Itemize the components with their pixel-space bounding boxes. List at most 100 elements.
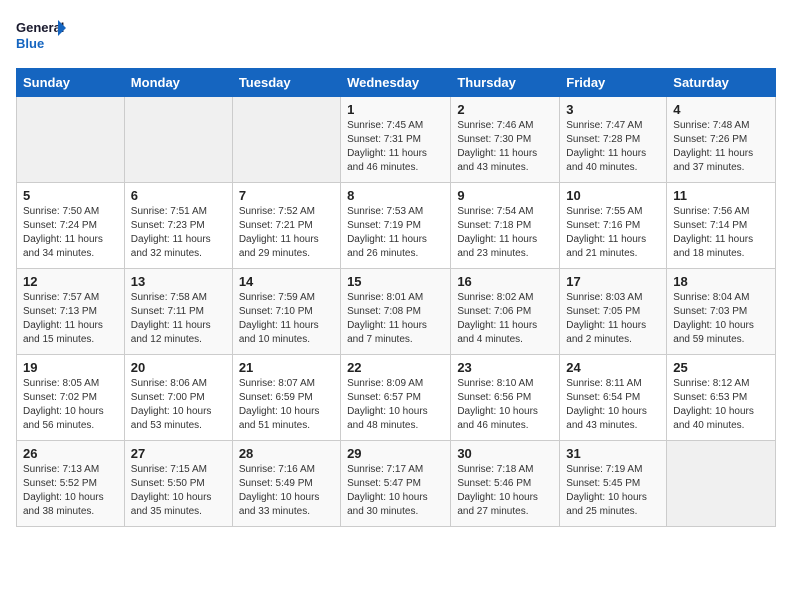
calendar-cell: 4Sunrise: 7:48 AM Sunset: 7:26 PM Daylig… — [667, 97, 776, 183]
svg-text:General: General — [16, 20, 64, 35]
day-number: 16 — [457, 274, 553, 289]
calendar-cell: 5Sunrise: 7:50 AM Sunset: 7:24 PM Daylig… — [17, 183, 125, 269]
day-number: 26 — [23, 446, 118, 461]
day-number: 14 — [239, 274, 334, 289]
day-info: Sunrise: 7:17 AM Sunset: 5:47 PM Dayligh… — [347, 463, 444, 519]
day-number: 31 — [566, 446, 660, 461]
day-info: Sunrise: 7:55 AM Sunset: 7:16 PM Dayligh… — [566, 205, 660, 261]
calendar-table: SundayMondayTuesdayWednesdayThursdayFrid… — [16, 68, 776, 527]
col-header-tuesday: Tuesday — [232, 69, 340, 97]
calendar-cell: 6 Sunrise: 7:51 AM Sunset: 7:23 PM Daylig… — [124, 183, 232, 269]
day-number: 6 — [131, 188, 226, 203]
col-header-friday: Friday — [560, 69, 667, 97]
svg-text:Blue: Blue — [16, 36, 44, 51]
day-info: Sunrise: 7:50 AM Sunset: 7:24 PM Dayligh… — [23, 205, 118, 261]
calendar-cell: 28 Sunrise: 7:16 AM Sunset: 5:49 PM Dayli… — [232, 441, 340, 527]
calendar-cell: 25 Sunrise: 8:12 AM Sunset: 6:53 PM Dayli… — [667, 355, 776, 441]
calendar-cell: 1 Sunrise: 7:45 AM Sunset: 7:31 PM Daylig… — [341, 97, 451, 183]
logo: General Blue — [16, 16, 66, 56]
day-info: Sunrise: 7:15 AM Sunset: 5:50 PM Dayligh… — [131, 463, 226, 519]
day-number: 8 — [347, 188, 444, 203]
week-row-4: 19 Sunrise: 8:05 AM Sunset: 7:02 PM Dayli… — [17, 355, 776, 441]
day-info: Sunrise: 7:51 AM Sunset: 7:23 PM Dayligh… — [131, 205, 226, 261]
calendar-cell: 23 Sunrise: 8:10 AM Sunset: 6:56 PM Dayli… — [451, 355, 560, 441]
day-number: 28 — [239, 446, 334, 461]
day-info: Sunrise: 7:45 AM Sunset: 7:31 PM Dayligh… — [347, 119, 444, 175]
calendar-cell: 24 Sunrise: 8:11 AM Sunset: 6:54 PM Dayli… — [560, 355, 667, 441]
day-number: 21 — [239, 360, 334, 375]
calendar-cell: 21 Sunrise: 8:07 AM Sunset: 6:59 PM Dayli… — [232, 355, 340, 441]
calendar-cell: 30Sunrise: 7:18 AM Sunset: 5:46 PM Dayli… — [451, 441, 560, 527]
day-number: 19 — [23, 360, 118, 375]
col-header-monday: Monday — [124, 69, 232, 97]
calendar-cell: 12Sunrise: 7:57 AM Sunset: 7:13 PM Dayli… — [17, 269, 125, 355]
day-info: Sunrise: 8:12 AM Sunset: 6:53 PM Dayligh… — [673, 377, 769, 433]
week-row-5: 26Sunrise: 7:13 AM Sunset: 5:52 PM Dayli… — [17, 441, 776, 527]
day-info: Sunrise: 8:09 AM Sunset: 6:57 PM Dayligh… — [347, 377, 444, 433]
day-info: Sunrise: 7:58 AM Sunset: 7:11 PM Dayligh… — [131, 291, 226, 347]
calendar-cell: 17 Sunrise: 8:03 AM Sunset: 7:05 PM Dayli… — [560, 269, 667, 355]
calendar-cell: 20 Sunrise: 8:06 AM Sunset: 7:00 PM Dayli… — [124, 355, 232, 441]
calendar-cell: 15Sunrise: 8:01 AM Sunset: 7:08 PM Dayli… — [341, 269, 451, 355]
calendar-cell: 22 Sunrise: 8:09 AM Sunset: 6:57 PM Dayli… — [341, 355, 451, 441]
page-header: General Blue — [16, 16, 776, 56]
calendar-cell: 31 Sunrise: 7:19 AM Sunset: 5:45 PM Dayli… — [560, 441, 667, 527]
day-number: 2 — [457, 102, 553, 117]
logo-svg: General Blue — [16, 16, 66, 56]
day-number: 1 — [347, 102, 444, 117]
calendar-cell: 2 Sunrise: 7:46 AM Sunset: 7:30 PM Daylig… — [451, 97, 560, 183]
day-number: 11 — [673, 188, 769, 203]
day-number: 27 — [131, 446, 226, 461]
week-row-3: 12Sunrise: 7:57 AM Sunset: 7:13 PM Dayli… — [17, 269, 776, 355]
day-info: Sunrise: 7:46 AM Sunset: 7:30 PM Dayligh… — [457, 119, 553, 175]
day-info: Sunrise: 7:56 AM Sunset: 7:14 PM Dayligh… — [673, 205, 769, 261]
calendar-cell: 8Sunrise: 7:53 AM Sunset: 7:19 PM Daylig… — [341, 183, 451, 269]
day-number: 25 — [673, 360, 769, 375]
day-number: 24 — [566, 360, 660, 375]
calendar-cell — [17, 97, 125, 183]
day-number: 20 — [131, 360, 226, 375]
day-info: Sunrise: 7:59 AM Sunset: 7:10 PM Dayligh… — [239, 291, 334, 347]
calendar-cell: 16 Sunrise: 8:02 AM Sunset: 7:06 PM Dayli… — [451, 269, 560, 355]
day-number: 17 — [566, 274, 660, 289]
calendar-cell — [667, 441, 776, 527]
day-info: Sunrise: 7:47 AM Sunset: 7:28 PM Dayligh… — [566, 119, 660, 175]
calendar-header-row: SundayMondayTuesdayWednesdayThursdayFrid… — [17, 69, 776, 97]
calendar-cell — [232, 97, 340, 183]
day-info: Sunrise: 7:57 AM Sunset: 7:13 PM Dayligh… — [23, 291, 118, 347]
calendar-cell — [124, 97, 232, 183]
day-number: 4 — [673, 102, 769, 117]
calendar-cell: 13 Sunrise: 7:58 AM Sunset: 7:11 PM Dayli… — [124, 269, 232, 355]
day-number: 3 — [566, 102, 660, 117]
day-info: Sunrise: 8:11 AM Sunset: 6:54 PM Dayligh… — [566, 377, 660, 433]
day-info: Sunrise: 8:01 AM Sunset: 7:08 PM Dayligh… — [347, 291, 444, 347]
day-number: 10 — [566, 188, 660, 203]
day-info: Sunrise: 8:06 AM Sunset: 7:00 PM Dayligh… — [131, 377, 226, 433]
day-number: 22 — [347, 360, 444, 375]
calendar-cell: 9 Sunrise: 7:54 AM Sunset: 7:18 PM Daylig… — [451, 183, 560, 269]
col-header-wednesday: Wednesday — [341, 69, 451, 97]
day-number: 23 — [457, 360, 553, 375]
col-header-saturday: Saturday — [667, 69, 776, 97]
day-info: Sunrise: 8:10 AM Sunset: 6:56 PM Dayligh… — [457, 377, 553, 433]
day-info: Sunrise: 7:16 AM Sunset: 5:49 PM Dayligh… — [239, 463, 334, 519]
day-info: Sunrise: 7:19 AM Sunset: 5:45 PM Dayligh… — [566, 463, 660, 519]
day-number: 13 — [131, 274, 226, 289]
day-info: Sunrise: 7:54 AM Sunset: 7:18 PM Dayligh… — [457, 205, 553, 261]
day-number: 7 — [239, 188, 334, 203]
calendar-cell: 3 Sunrise: 7:47 AM Sunset: 7:28 PM Daylig… — [560, 97, 667, 183]
day-info: Sunrise: 8:03 AM Sunset: 7:05 PM Dayligh… — [566, 291, 660, 347]
day-number: 30 — [457, 446, 553, 461]
day-info: Sunrise: 8:02 AM Sunset: 7:06 PM Dayligh… — [457, 291, 553, 347]
day-number: 18 — [673, 274, 769, 289]
calendar-cell: 19 Sunrise: 8:05 AM Sunset: 7:02 PM Dayli… — [17, 355, 125, 441]
day-info: Sunrise: 7:52 AM Sunset: 7:21 PM Dayligh… — [239, 205, 334, 261]
day-info: Sunrise: 8:05 AM Sunset: 7:02 PM Dayligh… — [23, 377, 118, 433]
day-number: 9 — [457, 188, 553, 203]
calendar-cell: 26Sunrise: 7:13 AM Sunset: 5:52 PM Dayli… — [17, 441, 125, 527]
day-number: 29 — [347, 446, 444, 461]
day-info: Sunrise: 8:07 AM Sunset: 6:59 PM Dayligh… — [239, 377, 334, 433]
calendar-cell: 11 Sunrise: 7:56 AM Sunset: 7:14 PM Dayli… — [667, 183, 776, 269]
calendar-cell: 14 Sunrise: 7:59 AM Sunset: 7:10 PM Dayli… — [232, 269, 340, 355]
week-row-2: 5Sunrise: 7:50 AM Sunset: 7:24 PM Daylig… — [17, 183, 776, 269]
